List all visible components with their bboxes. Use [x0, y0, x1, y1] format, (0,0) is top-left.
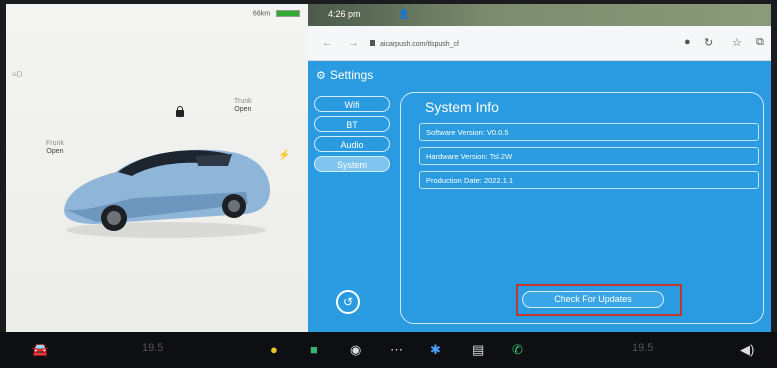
- hardware-version-field: Hardware Version: Tsl.2W: [419, 147, 759, 165]
- range-text: 66km: [252, 10, 271, 18]
- bottom-dock: 🚘 19.5 ● ■ ◉ ⋯ ✱ ▤ ✆ 19.5 ◀): [0, 332, 777, 368]
- top-status-bar: 4:26 pm 👤: [308, 4, 771, 26]
- production-date-field: Production Date: 2022.1.1: [419, 171, 759, 189]
- check-for-updates-button[interactable]: Check For Updates: [522, 291, 664, 308]
- forward-arrow-icon[interactable]: →: [348, 37, 359, 49]
- browser-app-icon[interactable]: ▤: [472, 342, 484, 358]
- right-temperature[interactable]: 19.5: [632, 342, 653, 354]
- vehicle-panel: 66km ≡D Trunk Open Frunk Open ⚡: [6, 4, 308, 332]
- back-arrow-icon[interactable]: ←: [322, 37, 333, 49]
- car-icon[interactable]: 🚘: [32, 342, 48, 358]
- dashcam-icon[interactable]: ◉: [350, 342, 361, 358]
- system-info-heading: System Info: [425, 99, 499, 115]
- settings-header: ⚙ Settings: [316, 68, 373, 82]
- car-image: [64, 149, 270, 238]
- tabs-icon[interactable]: ⧉: [756, 36, 764, 49]
- gear-icon: ⚙: [316, 70, 326, 82]
- browser-panel: 4:26 pm 👤 ← → aicarpush.com/tlspush_cf ●…: [308, 4, 771, 332]
- url-text[interactable]: aicarpush.com/tlspush_cf: [380, 41, 459, 48]
- settings-title-text: Settings: [329, 68, 374, 82]
- charge-port-icon[interactable]: ⚡: [278, 150, 290, 161]
- lock-icon[interactable]: [176, 106, 184, 117]
- time-text: 4:26 pm: [328, 9, 361, 19]
- reload-icon[interactable]: ↻: [704, 36, 713, 49]
- phone-icon[interactable]: ✆: [512, 342, 523, 358]
- battery-icon: [276, 10, 300, 17]
- tab-system[interactable]: System: [314, 156, 390, 172]
- location-icon[interactable]: ●: [684, 36, 691, 48]
- battery-status: 66km: [253, 10, 300, 17]
- car-display-screen: 66km ≡D Trunk Open Frunk Open ⚡ 4:26 pm …: [6, 4, 771, 332]
- secure-lock-icon: [370, 40, 375, 46]
- trunk-state: Open: [234, 106, 252, 113]
- user-icon[interactable]: 👤: [398, 9, 409, 20]
- trunk-label: Trunk: [234, 98, 252, 105]
- energy-app-icon[interactable]: ■: [310, 342, 318, 357]
- bluetooth-icon[interactable]: ✱: [430, 342, 441, 358]
- address-bar: ← → aicarpush.com/tlspush_cf ● ↻ ☆ ⧉: [308, 26, 771, 61]
- trunk-open-control[interactable]: Trunk Open: [234, 98, 252, 114]
- more-apps-icon[interactable]: ⋯: [390, 342, 403, 358]
- left-temperature[interactable]: 19.5: [142, 342, 163, 354]
- star-icon[interactable]: ☆: [732, 36, 742, 49]
- return-button[interactable]: ↺: [336, 290, 360, 314]
- volume-icon[interactable]: ◀): [740, 342, 754, 358]
- app-icon-yellow[interactable]: ●: [270, 342, 278, 357]
- tab-audio[interactable]: Audio: [314, 136, 390, 152]
- tab-bt[interactable]: BT: [314, 116, 390, 132]
- headlight-icon[interactable]: ≡D: [12, 70, 22, 79]
- tab-wifi[interactable]: Wifi: [314, 96, 390, 112]
- software-version-field: Software Version: V0.0.5: [419, 123, 759, 141]
